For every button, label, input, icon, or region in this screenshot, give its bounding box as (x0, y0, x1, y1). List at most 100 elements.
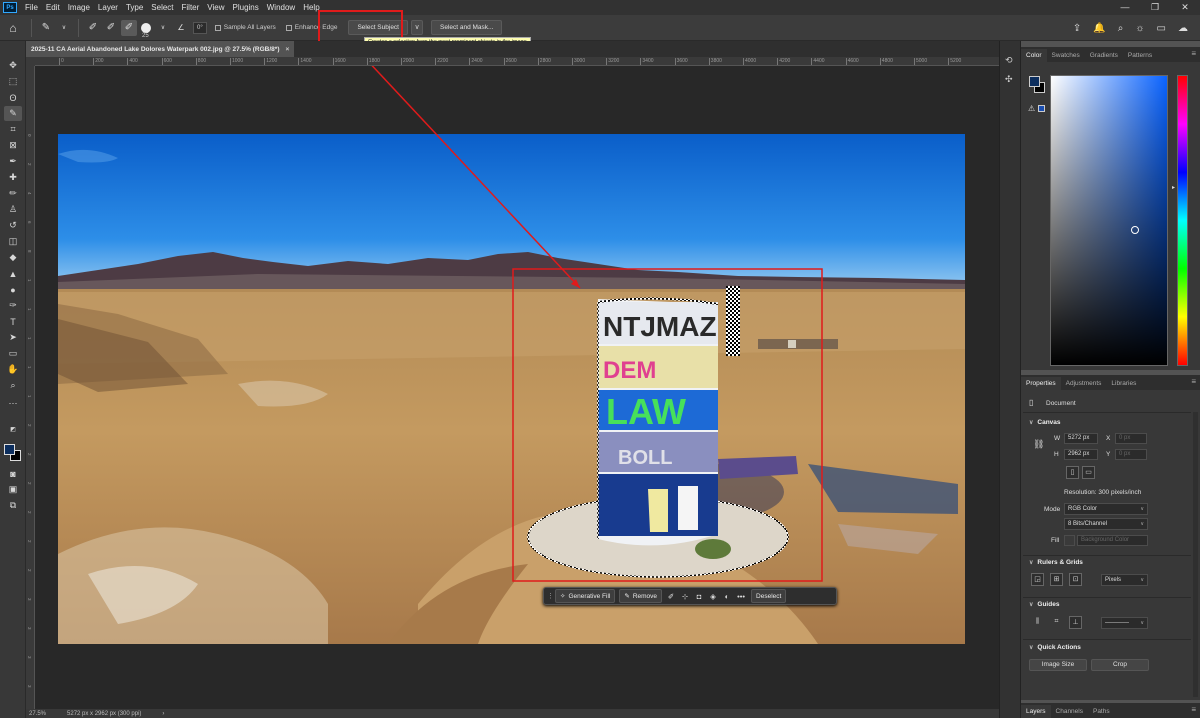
menu-file[interactable]: File (21, 3, 42, 12)
portrait-orientation-icon[interactable]: ▯ (1066, 466, 1079, 479)
properties-scrollbar[interactable] (1193, 412, 1198, 697)
discover-icon[interactable]: ☼ (1135, 23, 1144, 34)
adjustment-layer-icon[interactable]: ◐ (720, 592, 734, 601)
panel-menu-icon[interactable]: ≡ (1191, 49, 1196, 58)
quick-selection-tool-preset-icon[interactable]: ✎ (38, 20, 54, 36)
tab-layers[interactable]: Layers (1021, 705, 1051, 718)
quick-selection-tool-icon[interactable]: ✎ (4, 106, 22, 121)
chevron-down-icon[interactable]: ∨ (56, 20, 72, 36)
blur-tool-icon[interactable]: ▲ (4, 266, 22, 281)
guide-lock-icon[interactable]: ⫼ (1031, 616, 1044, 629)
angle-input[interactable]: 0° (193, 21, 207, 34)
pen-tool-icon[interactable]: ✑ (4, 298, 22, 313)
hand-tool-icon[interactable]: ✋ (4, 362, 22, 377)
tab-gradients[interactable]: Gradients (1085, 49, 1123, 62)
history-brush-tool-icon[interactable]: ↺ (4, 218, 22, 233)
chevron-down-icon[interactable]: ∨ (155, 20, 171, 36)
menu-type[interactable]: Type (122, 3, 147, 12)
paint-bucket-tool-icon[interactable]: ◆ (4, 250, 22, 265)
canvas-section-title[interactable]: Canvas (1029, 419, 1060, 426)
menu-window[interactable]: Window (263, 3, 299, 12)
screen-mode-icon[interactable]: ▣ (4, 482, 22, 497)
menu-image[interactable]: Image (64, 3, 94, 12)
subtract-from-selection-icon[interactable]: ✐ (121, 19, 137, 36)
workspace-icon[interactable]: ▭ (1157, 23, 1166, 34)
bit-depth-select[interactable]: 8 Bits/Channel (1064, 518, 1148, 530)
move-tool-icon[interactable]: ✥ (4, 58, 22, 73)
close-icon[interactable]: × (286, 46, 290, 53)
maximize-button[interactable]: ❐ (1140, 0, 1170, 15)
new-selection-icon[interactable]: ✐ (85, 20, 101, 36)
menu-plugins[interactable]: Plugins (229, 3, 263, 12)
mask-icon[interactable]: ◘ (692, 592, 706, 601)
pixel-grid-toggle-icon[interactable]: ⊡ (1069, 573, 1082, 586)
add-to-selection-icon[interactable]: ✐ (103, 20, 119, 36)
healing-brush-tool-icon[interactable]: ✚ (4, 170, 22, 185)
search-icon[interactable]: ⌕ (1118, 23, 1124, 34)
path-selection-tool-icon[interactable]: ➤ (4, 330, 22, 345)
tab-libraries[interactable]: Libraries (1106, 377, 1141, 390)
quick-actions-section-title[interactable]: Quick Actions (1029, 644, 1080, 651)
guides-section-title[interactable]: Guides (1029, 601, 1059, 608)
close-window-button[interactable]: ✕ (1170, 0, 1200, 15)
sample-all-layers-checkbox[interactable]: Sample All Layers (214, 24, 276, 31)
cloud-icon[interactable]: ☁ (1178, 23, 1188, 34)
document-tab[interactable]: 2025-11 CA Aerial Abandoned Lake Dolores… (26, 41, 295, 57)
menu-view[interactable]: View (203, 3, 228, 12)
home-icon[interactable]: ⌂ (0, 15, 26, 41)
tab-swatches[interactable]: Swatches (1047, 49, 1085, 62)
image-size-button[interactable]: Image Size (1029, 659, 1087, 671)
foreground-color-chip[interactable] (1029, 76, 1040, 87)
minimize-button[interactable]: — (1110, 0, 1140, 15)
eyedropper-tool-icon[interactable]: ✒ (4, 154, 22, 169)
brush-tool-icon[interactable]: ✏ (4, 186, 22, 201)
drag-handle-icon[interactable]: ⋮ (547, 592, 554, 600)
gamut-swatch[interactable] (1038, 105, 1045, 112)
rulers-grids-section-title[interactable]: Rulers & Grids (1029, 559, 1083, 566)
menu-filter[interactable]: Filter (178, 3, 204, 12)
rectangle-tool-icon[interactable]: ▭ (4, 346, 22, 361)
history-icon[interactable]: ⟲ (1005, 55, 1013, 66)
brush-size-picker[interactable]: 25 (141, 22, 151, 39)
more-tools-icon[interactable]: ⋯ (4, 396, 22, 411)
fill-selection-icon[interactable]: ◈ (706, 592, 720, 601)
mode-select[interactable]: RGB Color (1064, 503, 1148, 515)
menu-layer[interactable]: Layer (94, 3, 122, 12)
marquee-tool-icon[interactable]: ⬚ (4, 74, 22, 89)
modify-selection-icon[interactable]: ✐ (664, 592, 678, 601)
color-picker-ring[interactable] (1131, 226, 1139, 234)
width-input[interactable]: 5272 px (1064, 433, 1098, 444)
grid-toggle-icon[interactable]: ⊞ (1050, 573, 1063, 586)
hue-slider-arrow-icon[interactable]: ▸ (1172, 184, 1175, 191)
guide-layout-icon[interactable]: ⌗ (1050, 616, 1063, 629)
share-icon[interactable]: ⇪ (1073, 23, 1081, 34)
tab-color[interactable]: Color (1021, 49, 1047, 62)
dodge-tool-icon[interactable]: ● (4, 282, 22, 297)
lasso-tool-icon[interactable]: ʘ (4, 90, 22, 105)
ruler-toggle-icon[interactable]: ◲ (1031, 573, 1044, 586)
foreground-color-swatch[interactable] (4, 444, 15, 455)
artboard-icon[interactable]: ⧉ (4, 498, 22, 513)
document-image[interactable]: NTJMAZ DEM LAW BOLL (58, 134, 965, 644)
canvas-workspace[interactable]: NTJMAZ DEM LAW BOLL (35, 66, 999, 709)
deselect-button[interactable]: Deselect (751, 589, 787, 603)
quick-mask-icon[interactable]: ◙ (4, 466, 22, 481)
type-tool-icon[interactable]: T (4, 314, 22, 329)
transform-selection-icon[interactable]: ⊹ (678, 592, 692, 601)
zoom-level[interactable]: 27.5% (29, 711, 46, 717)
guide-visibility-icon[interactable]: ⊥ (1069, 616, 1082, 629)
select-and-mask-button[interactable]: Select and Mask... (431, 20, 503, 35)
menu-select[interactable]: Select (147, 3, 177, 12)
generative-fill-button[interactable]: ✧ Generative Fill (555, 589, 616, 603)
frame-tool-icon[interactable]: ⊠ (4, 138, 22, 153)
clone-stamp-tool-icon[interactable]: ♙ (4, 202, 22, 217)
tab-properties[interactable]: Properties (1021, 377, 1061, 390)
hue-slider[interactable] (1177, 75, 1188, 366)
bell-icon[interactable]: 🔔 (1093, 23, 1105, 34)
tab-channels[interactable]: Channels (1051, 705, 1088, 718)
link-icon[interactable]: ⛓ (1033, 439, 1044, 450)
color-saturation-field[interactable] (1050, 75, 1168, 366)
tab-paths[interactable]: Paths (1088, 705, 1115, 718)
guide-style-select[interactable]: ———— (1101, 617, 1148, 629)
crop-tool-icon[interactable]: ⌗ (4, 122, 22, 137)
